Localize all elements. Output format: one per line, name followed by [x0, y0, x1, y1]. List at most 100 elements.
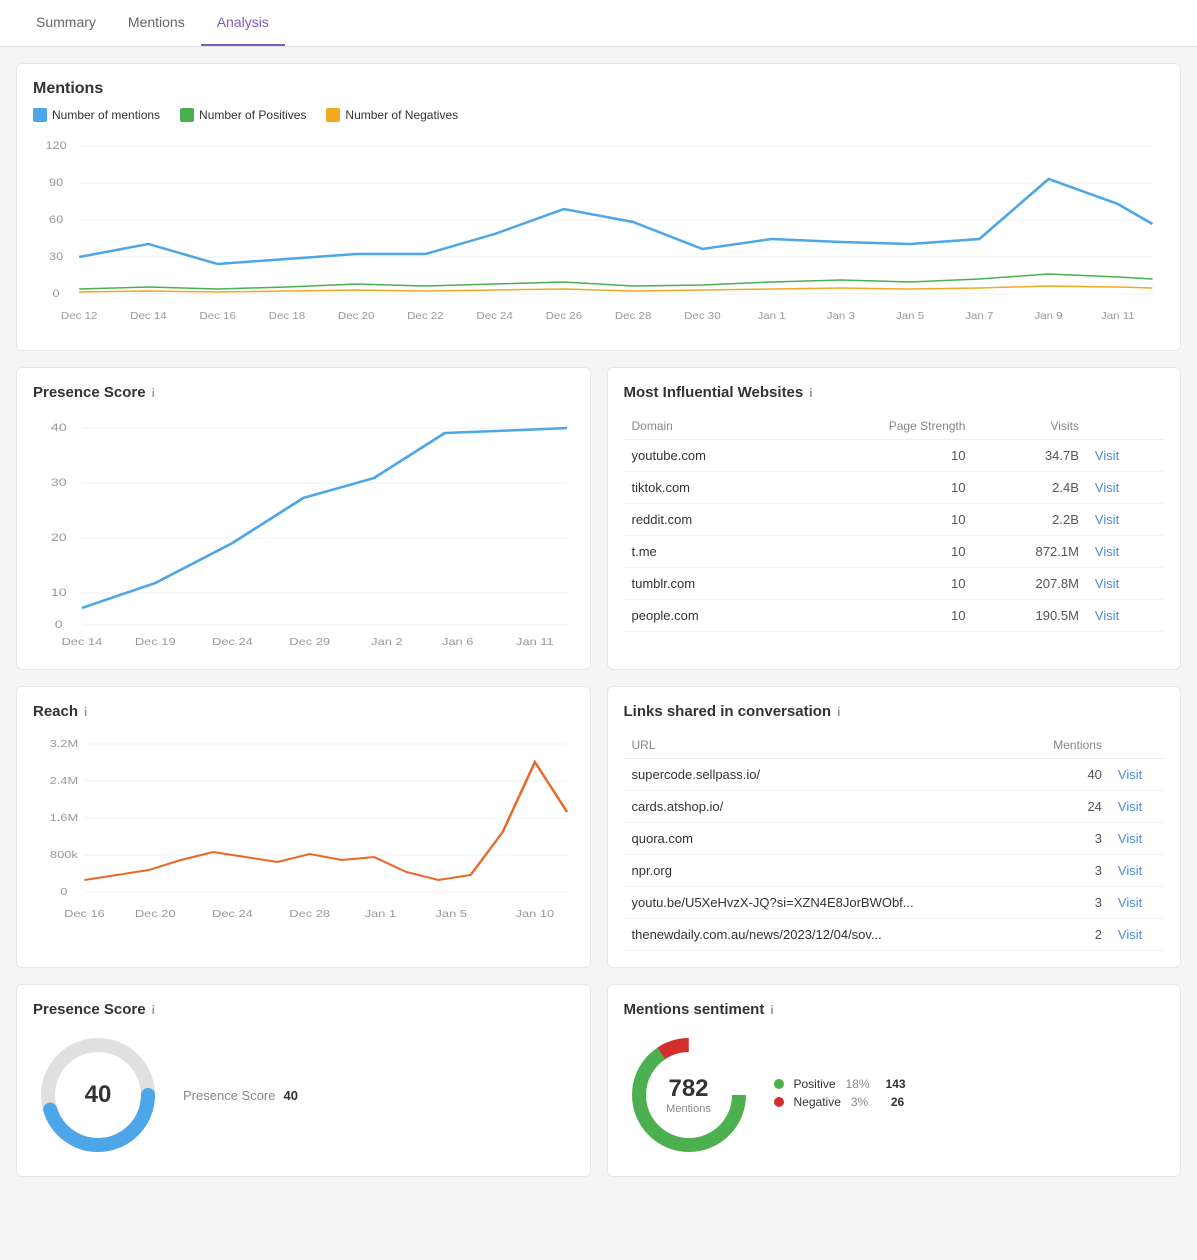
link-action-cell: Visit: [1110, 759, 1164, 791]
col-url: URL: [624, 732, 1024, 759]
svg-text:0: 0: [53, 287, 60, 300]
tab-summary[interactable]: Summary: [20, 0, 112, 46]
sentiment-total: 782: [666, 1075, 711, 1103]
col-action: [1087, 413, 1164, 440]
visit-action-cell: Visit: [1087, 440, 1164, 472]
links-info-icon[interactable]: i: [837, 705, 840, 719]
presence-score-info: Presence Score 40: [183, 1088, 298, 1103]
strength-cell: 10: [796, 504, 973, 536]
tab-bar: Summary Mentions Analysis: [0, 0, 1197, 47]
link-action-cell: Visit: [1110, 791, 1164, 823]
mentions-title: Mentions: [33, 80, 1164, 98]
visits-cell: 190.5M: [973, 600, 1086, 632]
mentions-cell: 3: [1023, 887, 1110, 919]
sentiment-info-icon[interactable]: i: [770, 1003, 773, 1017]
svg-text:90: 90: [49, 176, 64, 189]
mentions-cell: 3: [1023, 855, 1110, 887]
col-domain: Domain: [624, 413, 797, 440]
positive-pct: 18%: [846, 1077, 876, 1091]
svg-text:Dec 24: Dec 24: [476, 311, 513, 322]
visit-action-cell: Visit: [1087, 568, 1164, 600]
mentions-sentiment-title: Mentions sentiment i: [624, 1001, 1165, 1018]
visit-action-cell: Visit: [1087, 504, 1164, 536]
mentions-cell: 2: [1023, 919, 1110, 951]
most-influential-table: Domain Page Strength Visits youtube.com …: [624, 413, 1165, 632]
presence-label: Presence Score: [183, 1088, 276, 1103]
most-influential-card: Most Influential Websites i Domain Page …: [607, 367, 1182, 670]
svg-text:30: 30: [51, 476, 67, 488]
visit-link[interactable]: Visit: [1095, 448, 1119, 463]
svg-text:Dec 26: Dec 26: [546, 311, 583, 322]
svg-text:Jan 11: Jan 11: [1101, 311, 1135, 322]
visit-link[interactable]: Visit: [1118, 799, 1142, 814]
visit-link[interactable]: Visit: [1118, 895, 1142, 910]
visit-link[interactable]: Visit: [1095, 512, 1119, 527]
svg-text:Dec 16: Dec 16: [64, 909, 105, 919]
svg-text:Jan 3: Jan 3: [827, 311, 855, 322]
negatives-label: Number of Negatives: [345, 108, 458, 122]
url-cell: supercode.sellpass.io/: [624, 759, 1024, 791]
visits-cell: 2.2B: [973, 504, 1086, 536]
table-row: tumblr.com 10 207.8M Visit: [624, 568, 1165, 600]
table-row: npr.org 3 Visit: [624, 855, 1165, 887]
domain-cell: tumblr.com: [624, 568, 797, 600]
most-influential-info-icon[interactable]: i: [809, 386, 812, 400]
svg-text:20: 20: [51, 531, 67, 543]
table-row: supercode.sellpass.io/ 40 Visit: [624, 759, 1165, 791]
col-strength: Page Strength: [796, 413, 973, 440]
presence-bottom-info-icon[interactable]: i: [152, 1003, 155, 1017]
svg-text:Jan 6: Jan 6: [442, 637, 473, 647]
visit-link[interactable]: Visit: [1095, 576, 1119, 591]
svg-text:Jan 1: Jan 1: [365, 909, 396, 919]
reach-info-icon[interactable]: i: [84, 705, 87, 719]
legend-positives[interactable]: Number of Positives: [180, 108, 306, 122]
table-row: youtu.be/U5XeHvzX-JQ?si=XZN4E8JorBWObf..…: [624, 887, 1165, 919]
tab-analysis[interactable]: Analysis: [201, 0, 285, 46]
positives-checkbox[interactable]: [180, 108, 194, 122]
svg-text:Dec 30: Dec 30: [684, 311, 721, 322]
most-influential-title: Most Influential Websites i: [624, 384, 1165, 401]
negatives-checkbox[interactable]: [326, 108, 340, 122]
visit-link[interactable]: Visit: [1118, 767, 1142, 782]
presence-score-bottom-card: Presence Score i 40 Presence Score 4: [16, 984, 591, 1177]
table-row: cards.atshop.io/ 24 Visit: [624, 791, 1165, 823]
negative-count: 26: [891, 1095, 904, 1109]
svg-text:0: 0: [60, 887, 67, 897]
mentions-checkbox[interactable]: [33, 108, 47, 122]
svg-text:Dec 28: Dec 28: [615, 311, 652, 322]
svg-text:2.4M: 2.4M: [50, 776, 79, 786]
link-action-cell: Visit: [1110, 919, 1164, 951]
visits-cell: 2.4B: [973, 472, 1086, 504]
visit-link[interactable]: Visit: [1118, 831, 1142, 846]
svg-text:10: 10: [51, 586, 67, 598]
reach-title: Reach i: [33, 703, 574, 720]
visit-link[interactable]: Visit: [1095, 608, 1119, 623]
svg-text:Dec 18: Dec 18: [269, 311, 306, 322]
svg-text:Dec 20: Dec 20: [135, 909, 176, 919]
svg-text:Dec 14: Dec 14: [130, 311, 167, 322]
svg-text:Dec 12: Dec 12: [61, 311, 98, 322]
visit-link[interactable]: Visit: [1118, 863, 1142, 878]
links-shared-title: Links shared in conversation i: [624, 703, 1165, 720]
svg-text:0: 0: [55, 618, 63, 630]
visit-link[interactable]: Visit: [1095, 544, 1119, 559]
mentions-chart: 120 90 60 30 0 Dec 12 Dec 14: [33, 134, 1164, 334]
domain-cell: tiktok.com: [624, 472, 797, 504]
presence-info-icon[interactable]: i: [152, 386, 155, 400]
visits-cell: 207.8M: [973, 568, 1086, 600]
svg-text:Dec 14: Dec 14: [62, 637, 103, 647]
visit-link[interactable]: Visit: [1095, 480, 1119, 495]
domain-cell: reddit.com: [624, 504, 797, 536]
url-cell: cards.atshop.io/: [624, 791, 1024, 823]
strength-cell: 10: [796, 600, 973, 632]
bottom-section: Presence Score i 40 Presence Score 4: [16, 984, 1181, 1193]
visit-action-cell: Visit: [1087, 600, 1164, 632]
positive-dot: [774, 1079, 784, 1089]
col-link-action: [1110, 732, 1164, 759]
legend-mentions[interactable]: Number of mentions: [33, 108, 160, 122]
table-row: people.com 10 190.5M Visit: [624, 600, 1165, 632]
visit-link[interactable]: Visit: [1118, 927, 1142, 942]
tab-mentions[interactable]: Mentions: [112, 0, 201, 46]
svg-text:Jan 2: Jan 2: [371, 637, 402, 647]
legend-negatives[interactable]: Number of Negatives: [326, 108, 458, 122]
